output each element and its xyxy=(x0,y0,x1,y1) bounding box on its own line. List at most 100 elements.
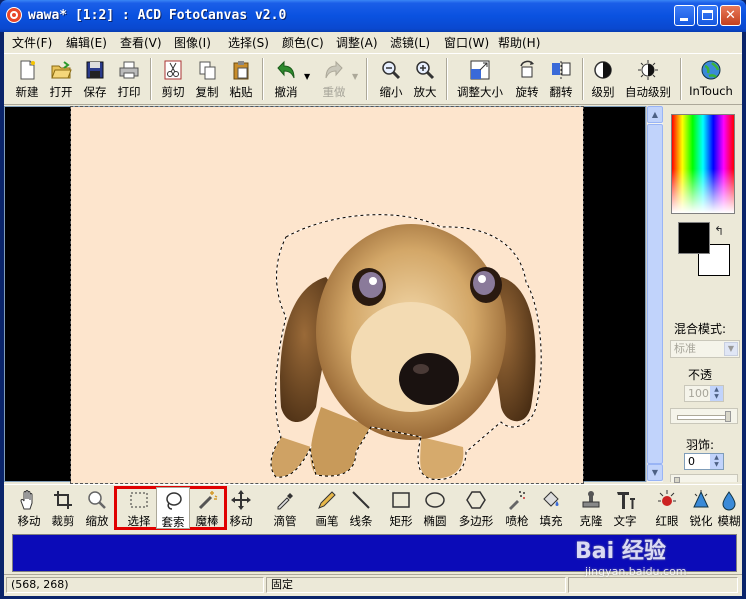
tool-fill[interactable]: 填充 xyxy=(534,487,568,529)
menu-select[interactable]: 选择(S) xyxy=(228,34,269,51)
tool-move-hand[interactable]: 移动 xyxy=(12,487,46,529)
tool-crop[interactable]: 裁剪 xyxy=(46,487,80,529)
tool-eyedropper[interactable]: 滴管 xyxy=(268,487,302,529)
close-button[interactable]: ✕ xyxy=(720,5,741,26)
menu-view[interactable]: 查看(V) xyxy=(120,34,162,51)
move-arrows-icon xyxy=(231,490,251,510)
tool-pencil[interactable]: 画笔 xyxy=(310,487,344,529)
opacity-input[interactable]: 100 ▲ ▼ xyxy=(684,385,724,402)
pencil-icon xyxy=(318,491,336,509)
redo-button[interactable]: 重做 xyxy=(316,57,352,101)
auto-levels-label: 自动级别 xyxy=(625,85,671,99)
swap-colors-icon[interactable]: ↰ xyxy=(714,224,724,238)
slider-knob[interactable] xyxy=(725,411,731,422)
magnifier-icon xyxy=(88,491,106,509)
zoom-in-button[interactable]: 放大 xyxy=(408,57,442,101)
hand-icon xyxy=(20,490,33,510)
tool-rectangle[interactable]: 矩形 xyxy=(384,487,418,529)
tool-move[interactable]: 移动 xyxy=(224,487,258,529)
new-button[interactable]: 新建 xyxy=(10,57,44,101)
tool-blur[interactable]: 模糊 xyxy=(716,487,742,529)
rotate-label: 旋转 xyxy=(515,85,539,99)
tool-rect-select[interactable]: 选择 xyxy=(122,487,156,529)
tool-clone[interactable]: 克隆 xyxy=(574,487,608,529)
open-button[interactable]: 打开 xyxy=(44,57,78,101)
color-palette[interactable] xyxy=(671,114,735,214)
blend-mode-value: 标准 xyxy=(674,342,696,355)
tool-text[interactable]: 文字 xyxy=(608,487,642,529)
paste-icon xyxy=(233,61,249,80)
tool-label: 选择 xyxy=(127,514,151,528)
image-workspace[interactable] xyxy=(4,106,646,484)
redo-dropdown-icon[interactable]: ▼ xyxy=(352,72,358,81)
minimize-button[interactable] xyxy=(674,5,695,26)
auto-levels-icon xyxy=(638,60,658,80)
flip-label: 翻转 xyxy=(549,85,573,99)
scroll-down-button[interactable]: ▼ xyxy=(647,464,663,481)
flip-button[interactable]: 翻转 xyxy=(544,57,578,101)
tool-lasso[interactable]: 套索 xyxy=(156,487,190,529)
print-button[interactable]: 打印 xyxy=(112,57,146,101)
intouch-button[interactable]: InTouch xyxy=(686,57,736,101)
copy-label: 复制 xyxy=(195,85,219,99)
menu-help[interactable]: 帮助(H) xyxy=(498,34,540,51)
scroll-thumb[interactable] xyxy=(647,124,663,464)
opacity-slider[interactable] xyxy=(670,408,738,424)
levels-button[interactable]: 级别 xyxy=(586,57,620,101)
zoom-out-button[interactable]: 缩小 xyxy=(374,57,408,101)
feather-value: 0 xyxy=(688,455,695,468)
menu-bar: 文件(F) 编辑(E) 查看(V) 图像(I) 选择(S) 颜色(C) 调整(A… xyxy=(4,32,742,51)
paste-button[interactable]: 粘贴 xyxy=(224,57,258,101)
opacity-stepper-icon[interactable]: ▲ ▼ xyxy=(710,386,723,401)
save-label: 保存 xyxy=(83,85,107,99)
tool-zoom[interactable]: 缩放 xyxy=(80,487,114,529)
menu-file[interactable]: 文件(F) xyxy=(12,34,52,51)
blend-mode-select[interactable]: 标准 ▼ xyxy=(670,340,740,358)
vertical-scrollbar[interactable]: ▲ ▼ xyxy=(646,106,663,482)
tool-ellipse[interactable]: 椭圆 xyxy=(418,487,452,529)
menu-adjust[interactable]: 调整(A) xyxy=(336,34,378,51)
chevron-down-icon[interactable]: ▼ xyxy=(724,342,738,356)
color-panel: ↰ 混合模式: 标准 ▼ 不透 100 ▲ ▼ 羽饰: 0 ▲ ▼ xyxy=(664,106,742,483)
undo-button[interactable]: 撤消 xyxy=(268,57,304,101)
resize-button[interactable]: 调整大小 xyxy=(452,57,508,101)
tool-polygon[interactable]: 多边形 xyxy=(456,487,496,529)
toolbar-separator xyxy=(446,58,448,100)
image-canvas[interactable] xyxy=(70,106,584,484)
tool-label: 裁剪 xyxy=(51,514,75,528)
rotate-button[interactable]: 旋转 xyxy=(510,57,544,101)
dog-photo xyxy=(270,214,542,481)
menu-color[interactable]: 颜色(C) xyxy=(282,34,324,51)
feather-input[interactable]: 0 ▲ ▼ xyxy=(684,453,724,470)
text-icon xyxy=(617,492,635,509)
slider-knob[interactable] xyxy=(674,477,680,483)
menu-edit[interactable]: 编辑(E) xyxy=(66,34,107,51)
new-label: 新建 xyxy=(15,85,39,99)
feather-stepper-icon[interactable]: ▲ ▼ xyxy=(710,454,723,469)
copy-button[interactable]: 复制 xyxy=(190,57,224,101)
baidu-watermark: Bai 经验 jingyan.baidu.com xyxy=(575,533,740,595)
window-title: wawa* [1:2] : ACD FotoCanvas v2.0 xyxy=(28,8,287,23)
feather-slider[interactable] xyxy=(670,474,738,483)
tool-sharpen[interactable]: 锐化 xyxy=(684,487,718,529)
menu-window[interactable]: 窗口(W) xyxy=(444,34,489,51)
auto-levels-button[interactable]: 自动级别 xyxy=(620,57,676,101)
title-bar[interactable]: wawa* [1:2] : ACD FotoCanvas v2.0 ✕ xyxy=(0,0,746,32)
menu-image[interactable]: 图像(I) xyxy=(174,34,211,51)
resize-label: 调整大小 xyxy=(457,85,503,99)
maximize-button[interactable] xyxy=(697,5,718,26)
foreground-color-swatch[interactable] xyxy=(678,222,710,254)
tool-red-eye[interactable]: 红眼 xyxy=(650,487,684,529)
undo-dropdown-icon[interactable]: ▼ xyxy=(304,72,310,81)
tool-airbrush[interactable]: 喷枪 xyxy=(500,487,534,529)
save-button[interactable]: 保存 xyxy=(78,57,112,101)
scroll-up-button[interactable]: ▲ xyxy=(647,106,663,123)
menu-filter[interactable]: 滤镜(L) xyxy=(390,34,430,51)
cut-button[interactable]: 剪切 xyxy=(156,57,190,101)
tool-line[interactable]: 线条 xyxy=(344,487,378,529)
tool-label: 模糊 xyxy=(717,514,741,528)
app-logo-icon[interactable] xyxy=(6,7,22,23)
rect-select-icon xyxy=(130,492,148,508)
opacity-value: 100 xyxy=(688,387,709,400)
tool-magic-wand[interactable]: 魔棒 xyxy=(190,487,224,529)
